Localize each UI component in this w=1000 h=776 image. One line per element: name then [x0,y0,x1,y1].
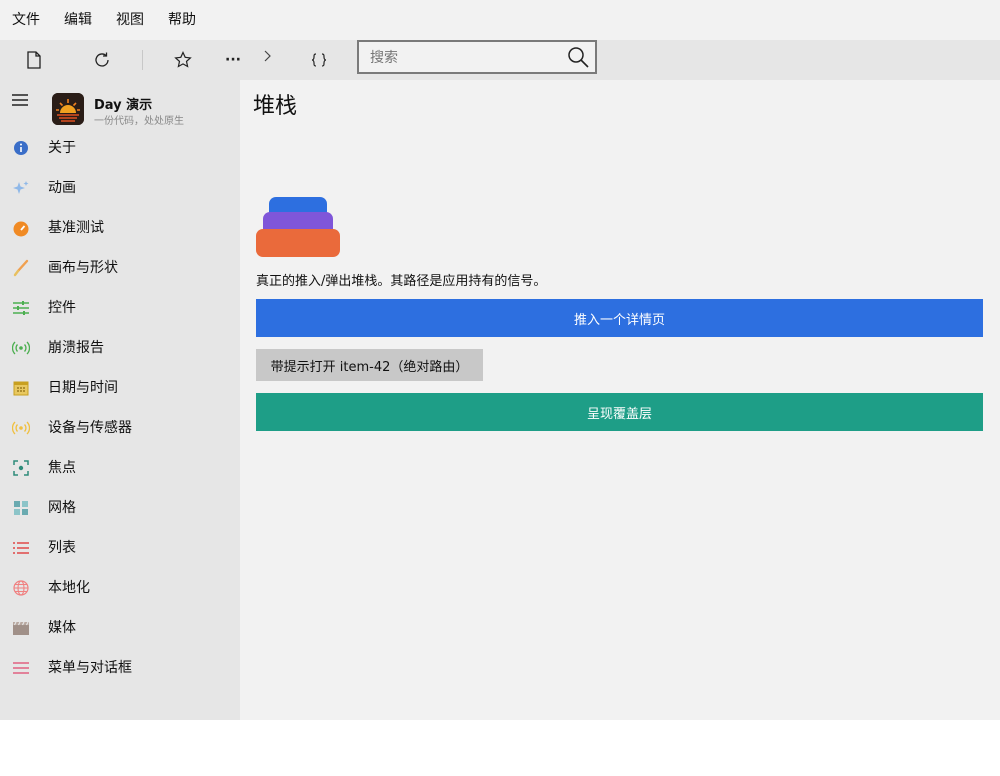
menu-bar: 文件 编辑 视图 帮助 [0,0,1000,40]
sidebar-item-label: 控件 [48,300,76,316]
sidebar-item-menus-dialogs[interactable]: 菜单与对话框 [0,648,240,688]
brush-icon [13,259,29,277]
sidebar-item-label: 设备与传感器 [48,420,132,436]
present-overlay-button[interactable]: 呈现覆盖层 [256,393,983,431]
hamburger-menu-icon[interactable] [10,90,30,110]
app-title: Day 演示 [94,98,153,113]
sidebar-item-label: 焦点 [48,460,76,476]
stack-illustration-icon [256,197,340,257]
menu-lines-icon [13,662,29,674]
sidebar-item-label: 列表 [48,540,76,556]
code-button[interactable] [299,40,339,80]
sidebar-item-label: 基准测试 [48,220,104,236]
menu-view[interactable]: 视图 [104,0,156,40]
sidebar-item-focus[interactable]: 焦点 [0,448,240,488]
new-document-button[interactable] [14,40,54,80]
chevron-right-icon [264,50,271,62]
sidebar-item-animation[interactable]: 动画 [0,168,240,208]
search-icon[interactable] [567,46,589,68]
sidebar-item-label: 本地化 [48,580,90,596]
sidebar-item-grid[interactable]: 网格 [0,488,240,528]
sidebar-item-localization[interactable]: 本地化 [0,568,240,608]
sidebar-item-controls[interactable]: 控件 [0,288,240,328]
push-detail-button[interactable]: 推入一个详情页 [256,299,983,337]
sidebar-item-label: 画布与形状 [48,260,118,276]
page-title: 堆栈 [253,94,298,119]
sidebar-item-benchmark[interactable]: 基准测试 [0,208,240,248]
search-box[interactable]: 搜索 [357,40,597,74]
star-icon [174,51,192,68]
forward-button[interactable] [247,36,287,76]
sidebar-item-devices[interactable]: 设备与传感器 [0,408,240,448]
sidebar-item-label: 网格 [48,500,76,516]
sidebar-item-about[interactable]: 关于 [0,128,240,168]
sidebar-item-datetime[interactable]: 日期与时间 [0,368,240,408]
sliders-icon [13,301,29,315]
clapperboard-icon [13,621,29,635]
sparkle-icon [13,181,29,194]
info-icon [14,141,28,155]
app-logo [52,93,84,125]
braces-icon [311,53,327,67]
sidebar-item-label: 关于 [48,140,76,156]
toolbar: ··· 搜索 [0,40,1000,80]
sidebar-item-label: 媒体 [48,620,76,636]
app-subtitle: 一份代码，处处原生 [94,116,184,127]
sidebar-item-crash-report[interactable]: 崩溃报告 [0,328,240,368]
refresh-icon [95,52,109,67]
menu-edit[interactable]: 编辑 [52,0,104,40]
sidebar-item-label: 崩溃报告 [48,340,104,356]
globe-icon [13,580,29,596]
speedometer-icon [13,221,29,237]
sidebar-item-label: 动画 [48,180,76,196]
sensor-icon [12,421,30,435]
calendar-icon [13,381,29,396]
sidebar-item-list[interactable]: 列表 [0,528,240,568]
menu-help[interactable]: 帮助 [156,0,208,40]
focus-icon [13,460,29,476]
refresh-button[interactable] [82,40,122,80]
sidebar: Day 演示 一份代码，处处原生 关于 动画 基准测试 画布与形状 控件 崩溃报… [0,80,240,720]
list-icon [13,542,29,554]
toolbar-separator [142,50,143,70]
sidebar-item-label: 日期与时间 [48,380,118,396]
broadcast-icon [12,341,30,355]
sidebar-item-label: 菜单与对话框 [48,660,132,676]
sidebar-item-media[interactable]: 媒体 [0,608,240,648]
stack-description: 真正的推入/弹出堆栈。其路径是应用持有的信号。 [256,274,547,289]
document-icon [27,51,41,69]
favorite-button[interactable] [163,40,203,80]
sunrise-logo-icon [52,93,84,125]
open-item-hint-button[interactable]: 带提示打开 item-42（绝对路由） [256,349,483,381]
grid-icon [14,501,28,515]
search-input[interactable]: 搜索 [370,47,398,67]
main-content: 堆栈 真正的推入/弹出堆栈。其路径是应用持有的信号。 推入一个详情页 带提示打开… [240,80,1000,720]
menu-file[interactable]: 文件 [0,0,52,40]
more-icon: ··· [225,52,241,68]
sidebar-item-canvas[interactable]: 画布与形状 [0,248,240,288]
